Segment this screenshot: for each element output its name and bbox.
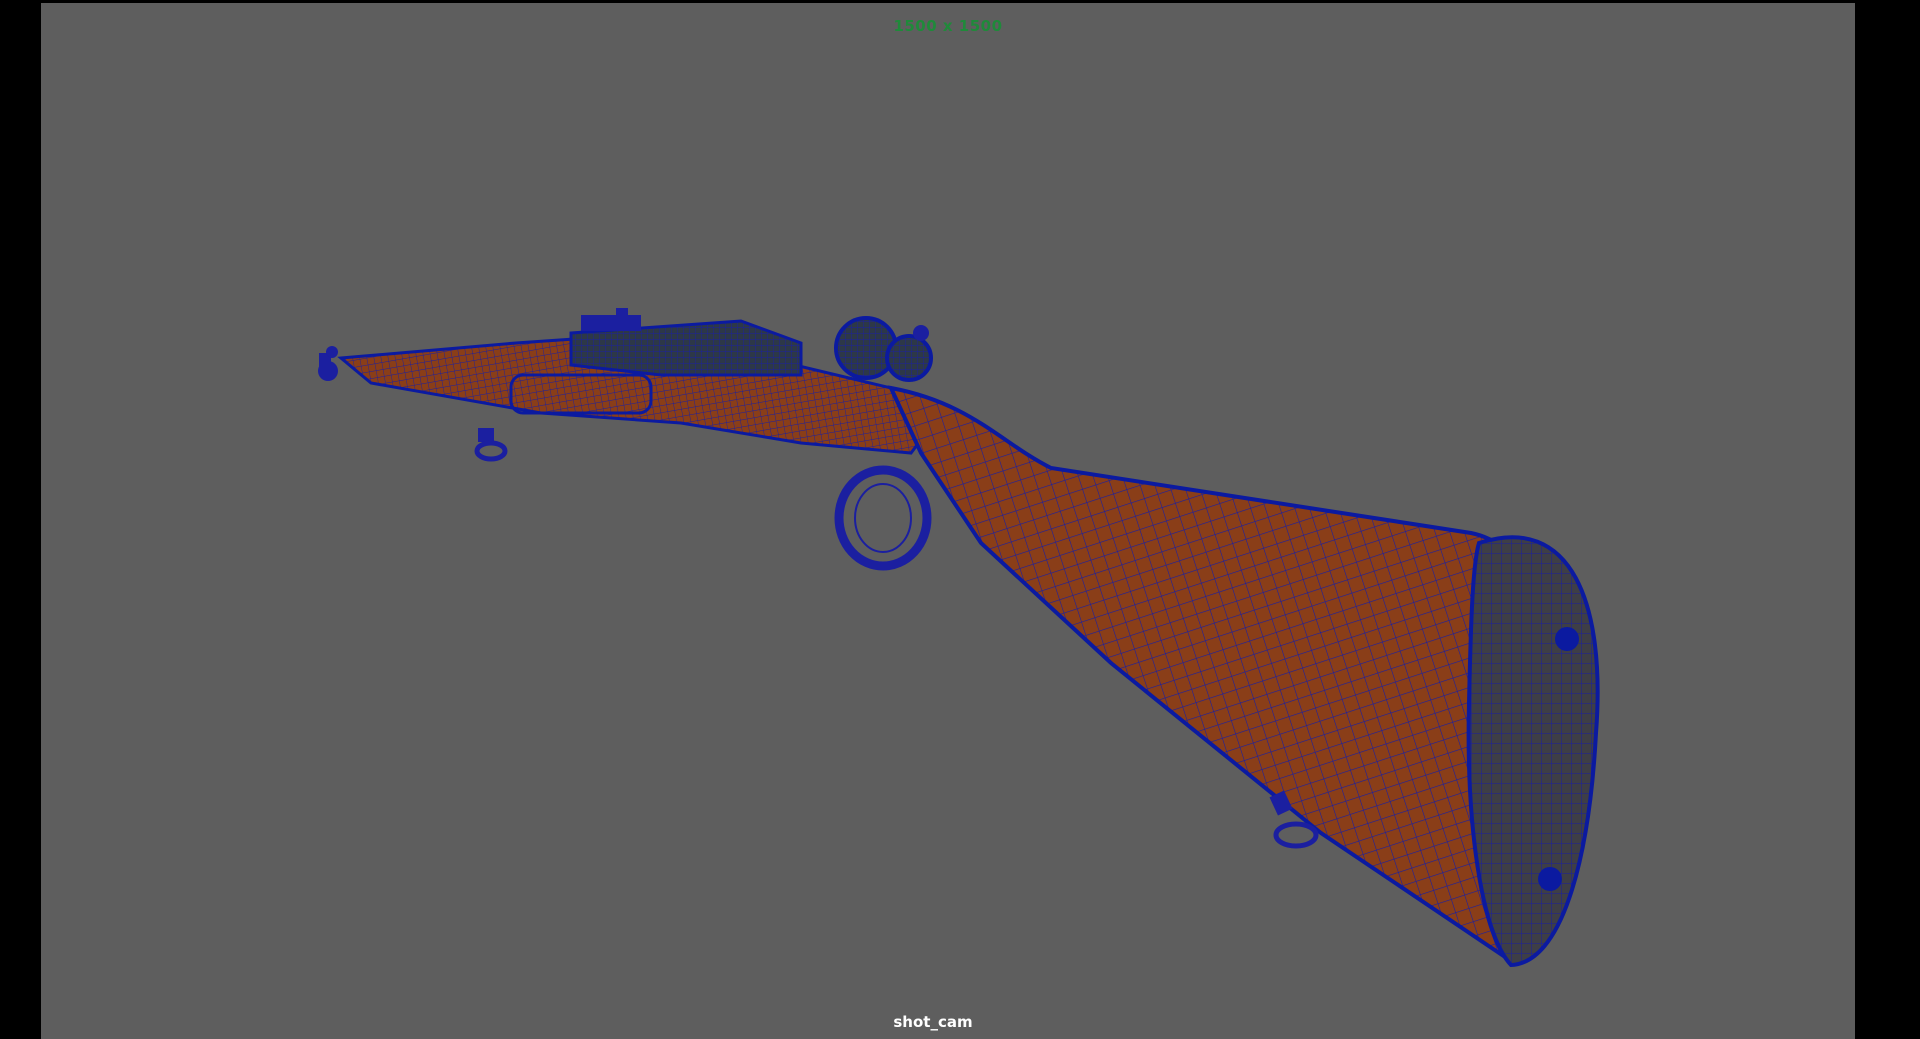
rifle-receiver [569, 308, 933, 382]
viewport-panel[interactable]: 1500 x 1500 shot_cam [41, 3, 1855, 1039]
maya-viewport-frame: 1500 x 1500 shot_cam [0, 0, 1920, 1039]
trigger-guard [834, 465, 932, 571]
camera-name-label: shot_cam [893, 1013, 973, 1031]
front-sling-swivel [474, 428, 508, 462]
butt-pad [1466, 535, 1600, 968]
rifle-model[interactable] [41, 3, 1855, 1039]
rifle-muzzle [318, 346, 338, 381]
rifle-stock [887, 385, 1559, 964]
